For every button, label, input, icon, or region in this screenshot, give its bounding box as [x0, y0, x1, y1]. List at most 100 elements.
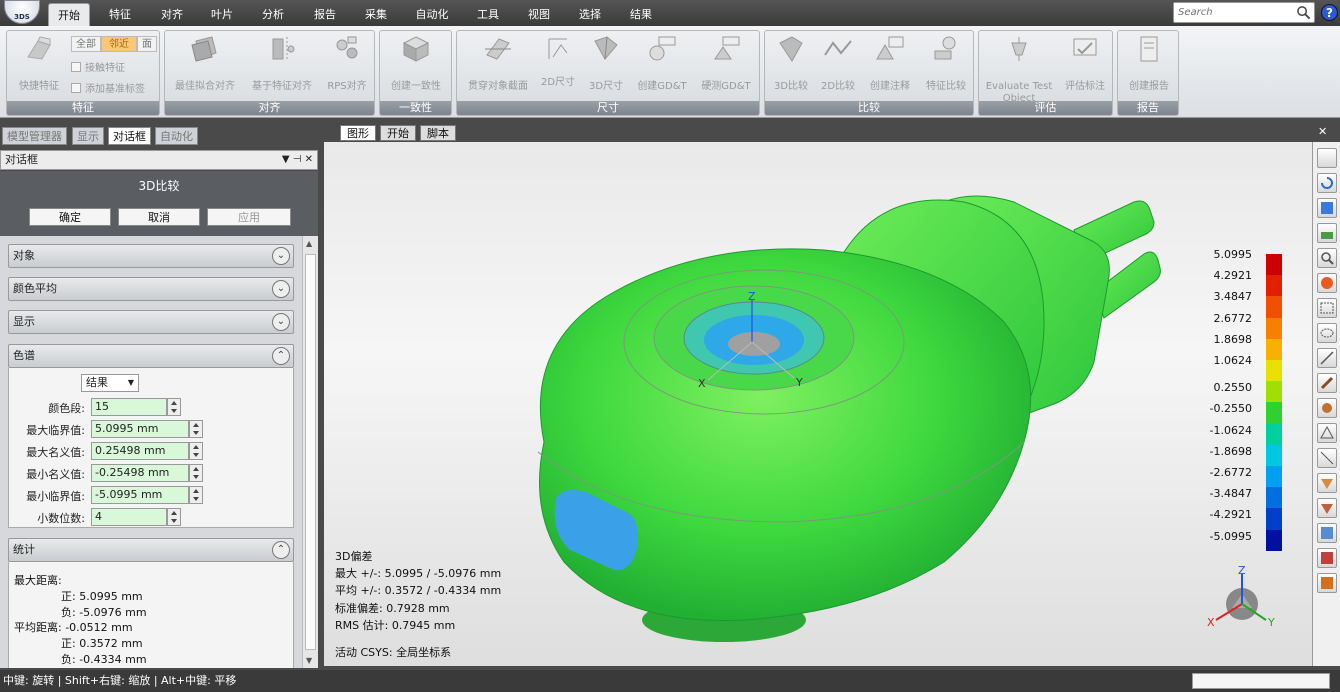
paint-select-icon[interactable] [1317, 398, 1337, 418]
view-panel-toggle-icon[interactable] [1317, 148, 1337, 168]
min-nominal-input[interactable]: -0.25498 mm [91, 464, 189, 482]
filter-face-button[interactable]: 面 [137, 36, 157, 52]
2d-compare-button[interactable]: 2D比较 [815, 35, 861, 93]
search-input[interactable] [1174, 3, 1292, 22]
select-visible-icon[interactable] [1317, 473, 1337, 493]
tab-tools[interactable]: 工具 [468, 3, 508, 26]
brush-select-icon[interactable] [1317, 373, 1337, 393]
ok-button[interactable]: 确定 [29, 208, 111, 226]
tab-start[interactable]: 开始 [48, 3, 90, 26]
expand-icon[interactable]: ⌄ [272, 280, 290, 298]
expand-icon[interactable]: ⌄ [272, 313, 290, 331]
max-nominal-input[interactable]: 0.25498 mm [91, 442, 189, 460]
tab-blade[interactable]: 叶片 [202, 3, 242, 26]
deselect-icon[interactable] [1317, 573, 1337, 593]
add-datum-label-checkbox[interactable]: 添加基准标签 [71, 80, 145, 95]
viewport-close-icon[interactable]: ✕ [1318, 125, 1327, 138]
zoom-icon[interactable] [1317, 248, 1337, 268]
tab-model-manager[interactable]: 模型管理器 [2, 127, 67, 145]
tab-display[interactable]: 显示 [72, 127, 104, 145]
scroll-up-icon[interactable]: ▲ [306, 239, 312, 248]
cross-section-button[interactable]: 贯穿对象截面 [459, 35, 537, 93]
panel-window-controls[interactable]: ▼ ⊣ ✕ [282, 151, 313, 169]
section-statistics[interactable]: 统计 ⌃ [8, 538, 294, 562]
tab-results[interactable]: 结果 [621, 3, 661, 26]
select-through-icon[interactable] [1317, 448, 1337, 468]
filter-all-button[interactable]: 全部 [71, 36, 101, 52]
help-icon[interactable]: ? [1321, 4, 1338, 21]
tab-view[interactable]: 视图 [519, 3, 559, 26]
create-gdt-button[interactable]: 创建GD&T [631, 35, 693, 93]
create-report-button[interactable]: 创建报告 [1120, 35, 1178, 93]
spin-center-icon[interactable] [1317, 273, 1337, 293]
decimal-places-input[interactable]: 4 [91, 508, 167, 526]
evaluate-annotation-button[interactable]: 评估标注 [1059, 35, 1111, 93]
scroll-thumb[interactable] [305, 254, 316, 650]
cancel-button[interactable]: 取消 [118, 208, 200, 226]
apply-button[interactable]: 应用 [207, 208, 291, 226]
tab-select[interactable]: 选择 [570, 3, 610, 26]
filter-nearby-button[interactable]: 邻近 [101, 36, 137, 52]
quick-feature-button[interactable]: 快捷特征 [13, 35, 65, 93]
spectrum-mode-select[interactable]: 结果 ▼ [81, 374, 139, 392]
polygon-select-icon[interactable] [1317, 423, 1337, 443]
legend-value: -0.2550 [1209, 402, 1252, 416]
min-nominal-spinner[interactable] [189, 464, 203, 482]
line-select-icon[interactable] [1317, 348, 1337, 368]
search-icon[interactable] [1296, 5, 1311, 20]
lasso-select-icon[interactable] [1317, 323, 1337, 343]
cube-icon [402, 36, 430, 62]
color-segments-spinner[interactable] [167, 398, 181, 416]
3d-compare-button[interactable]: 3D比较 [767, 35, 815, 93]
model-axis-z-label: Z [748, 290, 756, 303]
tab-start-page[interactable]: 开始 [380, 125, 416, 141]
tab-analysis[interactable]: 分析 [253, 3, 293, 26]
window-view-icon[interactable] [1317, 198, 1337, 218]
tab-report[interactable]: 报告 [305, 3, 345, 26]
section-display[interactable]: 显示 ⌄ [8, 310, 294, 334]
tab-script[interactable]: 脚本 [420, 125, 456, 141]
evaluate-test-object-button[interactable]: Evaluate Test Object [981, 35, 1057, 105]
color-segments-input[interactable]: 15 [91, 398, 167, 416]
rps-align-button[interactable]: RPS对齐 [323, 35, 371, 93]
contact-feature-checkbox[interactable]: 接触特征 [71, 59, 125, 74]
expand-icon[interactable]: ⌄ [272, 247, 290, 265]
app-logo[interactable]: 3DS [4, 0, 40, 24]
section-object[interactable]: 对象 ⌄ [8, 244, 294, 268]
feature-based-align-button[interactable]: 基于特征对齐 [245, 35, 319, 93]
select-all-icon[interactable] [1317, 523, 1337, 543]
feature-compare-button[interactable]: 特征比较 [919, 35, 973, 93]
tab-feature[interactable]: 特征 [100, 3, 140, 26]
section-color-average[interactable]: 颜色平均 ⌄ [8, 277, 294, 301]
rect-select-icon[interactable] [1317, 298, 1337, 318]
tab-dialog[interactable]: 对话框 [108, 127, 151, 145]
section-color-spectrum[interactable]: 色谱 ⌃ [8, 344, 294, 368]
collapse-icon[interactable]: ⌃ [272, 541, 290, 559]
collapse-icon[interactable]: ⌃ [272, 347, 290, 365]
2d-dimension-button[interactable]: 2D尺寸 [537, 35, 579, 89]
scroll-down-icon[interactable]: ▼ [306, 656, 312, 665]
measure-gdt-button[interactable]: 硬测GD&T [695, 35, 757, 93]
max-critical-input[interactable]: 5.0995 mm [91, 420, 189, 438]
min-critical-spinner[interactable] [189, 486, 203, 504]
standard-view-icon[interactable] [1317, 223, 1337, 243]
tab-automation-panel[interactable]: 自动化 [155, 127, 198, 145]
tab-capture[interactable]: 采集 [356, 3, 396, 26]
min-critical-input[interactable]: -5.0995 mm [91, 486, 189, 504]
graphics-viewport[interactable]: Z X Y 5.0995 4.2921 3.4847 2.6772 1.8698 1.06… [324, 142, 1312, 666]
decimal-places-spinner[interactable] [167, 508, 181, 526]
panel-scrollbar[interactable]: ▲ ▼ [302, 236, 318, 668]
select-connected-icon[interactable] [1317, 498, 1337, 518]
rotate-view-icon[interactable] [1317, 173, 1337, 193]
create-consistency-button[interactable]: 创建一致性 [384, 35, 448, 93]
create-annotation-button[interactable]: 创建注释 [863, 35, 917, 93]
max-nominal-spinner[interactable] [189, 442, 203, 460]
tab-graphics[interactable]: 图形 [340, 125, 376, 141]
orientation-triad[interactable]: Z X Y [1204, 562, 1280, 638]
max-critical-spinner[interactable] [189, 420, 203, 438]
tab-automation[interactable]: 自动化 [410, 3, 454, 26]
3d-dimension-button[interactable]: 3D尺寸 [585, 35, 627, 93]
invert-select-icon[interactable] [1317, 548, 1337, 568]
best-fit-align-button[interactable]: 最佳拟合对齐 [169, 35, 241, 93]
tab-align[interactable]: 对齐 [152, 3, 192, 26]
